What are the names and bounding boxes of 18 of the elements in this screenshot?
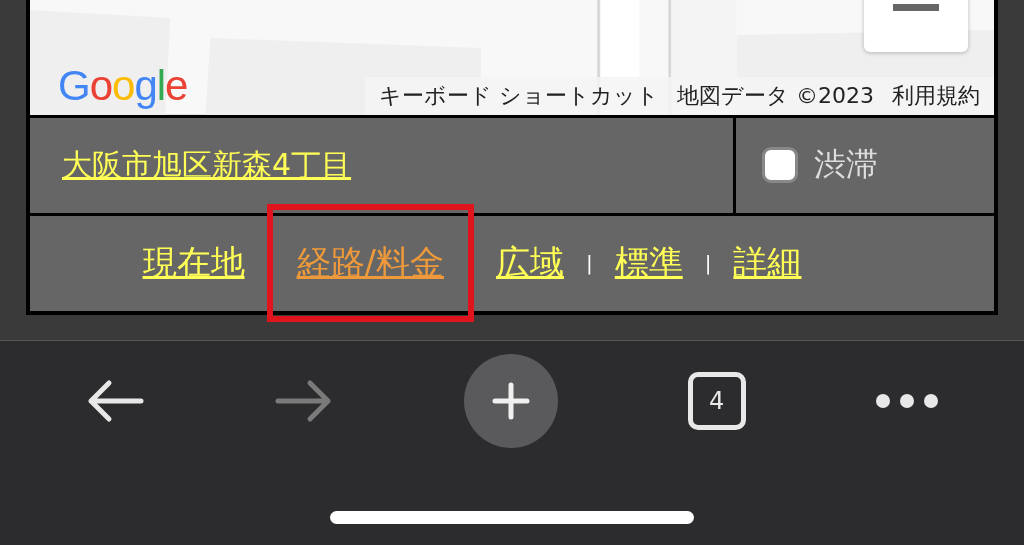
traffic-label: 渋滞 [814,144,878,186]
keyboard-shortcuts-link[interactable]: キーボード ショートカット [379,80,659,111]
separator: | [586,251,593,276]
minus-icon [893,4,939,11]
terms-link[interactable]: 利用規約 [892,80,980,111]
separator: | [704,251,712,276]
map-data-text: 地図データ ©2023 [677,81,874,110]
more-icon[interactable] [875,393,940,409]
nav-link[interactable]: 標準 [608,240,689,287]
zoom-out-button[interactable] [864,0,968,52]
address-link[interactable]: 大阪市旭区新森4丁目 [62,144,352,186]
google-logo: Google [58,64,188,107]
plus-icon [491,381,531,421]
nav-link[interactable]: 広域 [490,240,570,287]
nav-link[interactable]: 詳細 [727,240,808,287]
nav-link[interactable]: 現在地 [136,240,251,287]
tab-count-button[interactable]: 4 [687,372,746,430]
traffic-checkbox[interactable] [762,147,798,184]
